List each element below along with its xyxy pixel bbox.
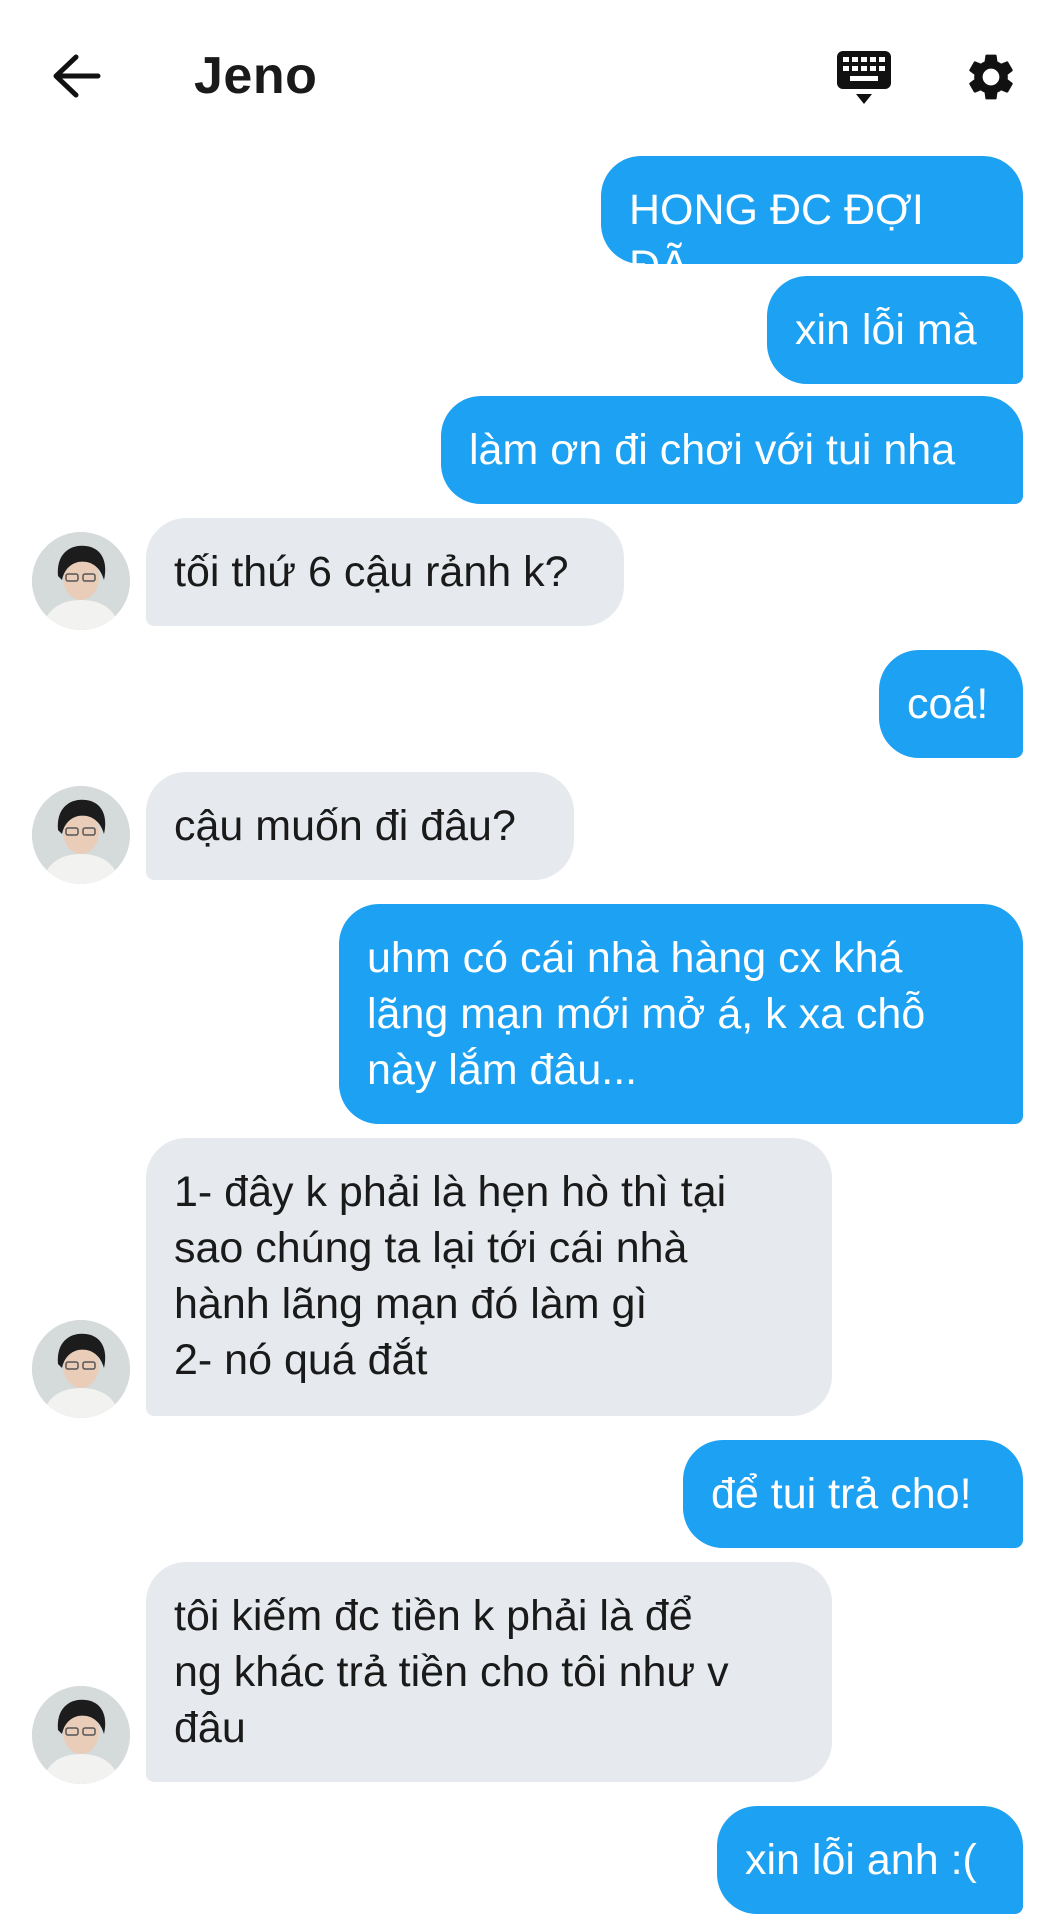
keyboard-button[interactable] xyxy=(834,48,894,108)
settings-button[interactable] xyxy=(960,46,1022,108)
avatar[interactable] xyxy=(32,786,130,884)
contact-avatar-image xyxy=(32,786,130,884)
avatar[interactable] xyxy=(32,532,130,630)
contact-name: Jeno xyxy=(194,47,318,105)
message-outgoing: uhm có cái nhà hàng cx khá lãng mạn mới … xyxy=(339,904,1023,1124)
message-incoming: 1- đây k phải là hẹn hò thì tại sao chún… xyxy=(146,1138,832,1416)
message-outgoing: để tui trả cho! xyxy=(683,1440,1023,1548)
contact-avatar-image xyxy=(32,1320,130,1418)
message-outgoing: xin lỗi anh :( xyxy=(717,1806,1023,1914)
message-incoming: tôi kiếm đc tiền k phải là để ng khác tr… xyxy=(146,1562,832,1782)
back-button[interactable] xyxy=(48,50,104,102)
keyboard-icon xyxy=(837,51,891,104)
chat-header: Jeno xyxy=(0,0,1057,150)
gear-icon xyxy=(969,54,1013,100)
message-outgoing: HONG ĐC ĐỢI ĐÃ xyxy=(601,156,1023,290)
contact-avatar-image xyxy=(32,1686,130,1784)
contact-avatar-image xyxy=(32,532,130,630)
message-outgoing: coá! xyxy=(879,650,1023,758)
avatar[interactable] xyxy=(32,1686,130,1784)
message-outgoing: xin lỗi mà xyxy=(767,276,1023,384)
arrow-left-icon xyxy=(53,54,101,98)
message-outgoing: làm ơn đi chơi với tui nha xyxy=(441,396,1023,504)
message-incoming: cậu muốn đi đâu? xyxy=(146,772,574,880)
message-incoming: tối thứ 6 cậu rảnh k? xyxy=(146,518,624,626)
avatar[interactable] xyxy=(32,1320,130,1418)
